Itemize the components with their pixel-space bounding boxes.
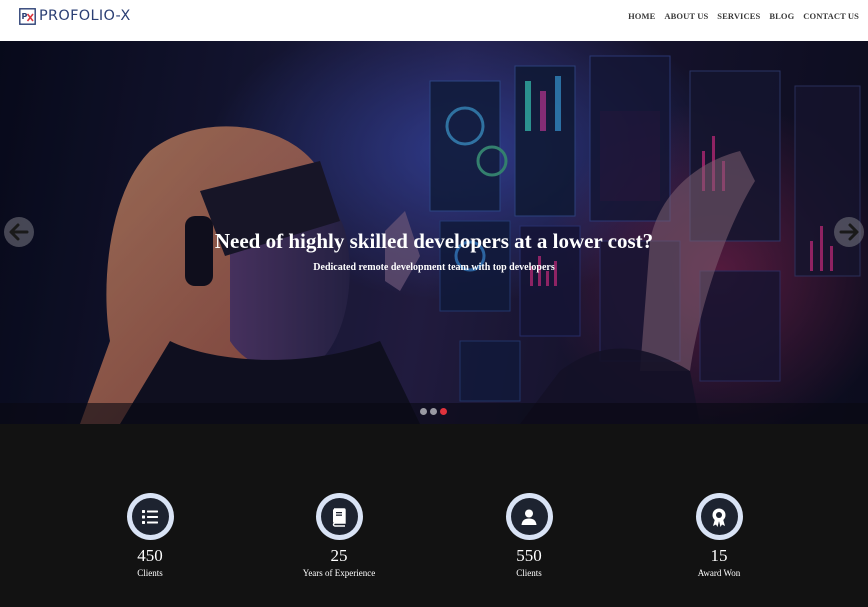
stat-icon-ring bbox=[505, 493, 553, 540]
main-nav: HOME ABOUT US SERVICES BLOG CONTACT US bbox=[619, 11, 859, 21]
stat-number: 15 bbox=[710, 546, 728, 565]
svg-text:P: P bbox=[22, 12, 28, 21]
nav-blog[interactable]: BLOG bbox=[769, 11, 794, 21]
stat-icon-ring bbox=[126, 493, 174, 540]
px-monogram-icon: P bbox=[19, 7, 36, 25]
brand-name: PROFOLIO-X bbox=[39, 8, 131, 24]
user-icon bbox=[521, 509, 537, 525]
brand-logo[interactable]: P PROFOLIO-X bbox=[19, 6, 131, 26]
slider-dot-3-active[interactable] bbox=[440, 408, 447, 415]
stat-label: Award Won bbox=[697, 568, 741, 578]
stat-number: 25 bbox=[330, 546, 348, 565]
stat-label: Clients bbox=[137, 568, 163, 578]
award-icon bbox=[712, 508, 726, 527]
slider-indicators bbox=[420, 408, 450, 415]
stat-item: 550 Clients bbox=[459, 493, 599, 578]
site-header: P PROFOLIO-X HOME ABOUT US SERVICES BLOG… bbox=[0, 0, 868, 41]
stat-label: Years of Experience bbox=[302, 568, 376, 578]
stat-label: Clients bbox=[516, 568, 542, 578]
slider-dot-1[interactable] bbox=[420, 408, 427, 415]
list-icon bbox=[142, 509, 158, 524]
hero-title: Need of highly skilled developers at a l… bbox=[214, 229, 654, 253]
stat-icon-ring bbox=[695, 493, 743, 540]
stat-item: 15 Award Won bbox=[649, 493, 789, 578]
stat-item: 25 Years of Experience bbox=[269, 493, 409, 578]
nav-about-us[interactable]: ABOUT US bbox=[664, 11, 708, 21]
nav-home[interactable]: HOME bbox=[628, 11, 655, 21]
stat-icon-ring bbox=[315, 493, 363, 540]
nav-services[interactable]: SERVICES bbox=[717, 11, 760, 21]
slider-dot-2[interactable] bbox=[430, 408, 437, 415]
hero-subtitle: Dedicated remote development team with t… bbox=[313, 262, 555, 273]
hero-slider: Need of highly skilled developers at a l… bbox=[0, 41, 868, 424]
stat-item: 450 Clients bbox=[80, 493, 220, 578]
nav-contact-us[interactable]: CONTACT US bbox=[803, 11, 859, 21]
stat-number: 450 bbox=[137, 546, 163, 565]
stats-section: 450 Clients 25 Years of Experience 550 C… bbox=[0, 424, 868, 607]
book-icon bbox=[332, 507, 346, 527]
stat-number: 550 bbox=[516, 546, 542, 565]
